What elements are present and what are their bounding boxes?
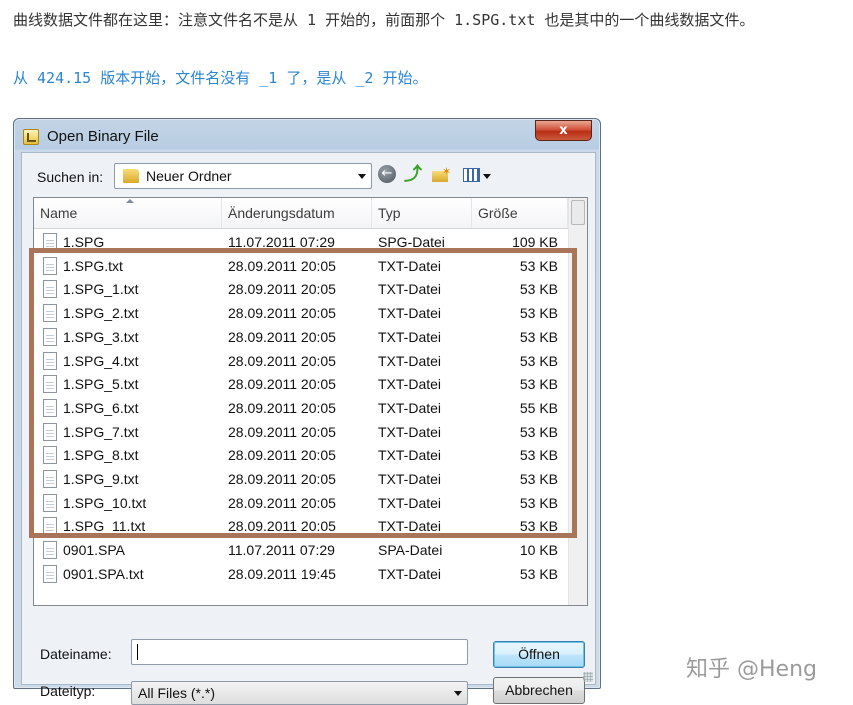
resize-grip-icon[interactable]: [583, 672, 593, 682]
article-text-line-2: 从 424.15 版本开始，文件名没有 _1 了，是从 _2 开始。: [13, 69, 428, 87]
filename-input[interactable]: [131, 639, 468, 665]
cancel-button[interactable]: Abbrechen: [493, 677, 585, 704]
sparkle-icon: ✶: [442, 165, 452, 178]
dialog-titlebar[interactable]: Open Binary File x: [14, 119, 600, 153]
new-folder-button[interactable]: ✶: [431, 165, 451, 185]
chevron-down-icon: [483, 174, 491, 179]
folder-icon: [123, 169, 139, 183]
file-name: 0901.SPA.txt: [63, 565, 144, 582]
up-arrow-icon: ⤴: [404, 164, 422, 185]
file-icon: [43, 564, 57, 583]
app-icon: [23, 129, 39, 145]
column-header-label: Name: [40, 205, 78, 221]
close-button[interactable]: x: [535, 120, 592, 141]
open-button[interactable]: Öffnen: [493, 641, 585, 668]
dialog-title: Open Binary File: [47, 128, 159, 145]
file-date: 28.09.2011 19:45: [228, 565, 336, 582]
back-button[interactable]: ←: [378, 165, 398, 185]
back-arrow-icon: ←: [378, 165, 396, 183]
chevron-down-icon: [454, 691, 462, 696]
column-header-type[interactable]: Typ: [372, 198, 472, 228]
table-row[interactable]: 0901.SPA.txt 28.09.2011 19:45 TXT-Datei 53 …: [34, 562, 568, 586]
look-in-label: Suchen in:: [37, 169, 104, 185]
file-type: SPA-Datei: [378, 542, 443, 559]
file-size: 10 KB: [519, 542, 558, 559]
file-type: TXT-Datei: [378, 565, 442, 582]
sort-arrow-icon: [126, 199, 134, 203]
chevron-down-icon: [358, 174, 366, 179]
watermark: 知乎 @Heng: [686, 657, 817, 682]
text-caret: [137, 644, 138, 660]
filetype-dropdown[interactable]: All Files (*.*): [131, 681, 468, 705]
view-grid-icon: [463, 168, 480, 182]
scrollbar-thumb[interactable]: [571, 200, 585, 225]
filename-label: Dateiname:: [40, 646, 112, 662]
look-in-dropdown[interactable]: Neuer Ordner: [114, 163, 372, 189]
table-row[interactable]: 0901.SPA 11.07.2011 07:29 SPA-Datei 10 KB: [34, 538, 568, 562]
view-menu-button[interactable]: [462, 165, 492, 185]
column-header-size[interactable]: Größe: [472, 198, 568, 228]
file-name: 0901.SPA: [63, 542, 126, 559]
up-folder-button[interactable]: ⤴: [403, 165, 423, 185]
file-size: 53 KB: [519, 565, 558, 582]
highlight-frame: [29, 248, 577, 538]
article-text-line-1: 曲线数据文件都在这里：注意文件名不是从 1 开始的，前面那个 1.SPG.txt…: [13, 11, 755, 29]
look-in-value: Neuer Ordner: [146, 168, 232, 184]
filetype-value: All Files (*.*): [138, 685, 216, 701]
file-date: 11.07.2011 07:29: [228, 542, 335, 559]
filetype-label: Dateityp:: [40, 683, 96, 699]
column-header-date[interactable]: Änderungsdatum: [222, 198, 372, 228]
column-header-name[interactable]: Name: [34, 198, 222, 228]
file-list-header: Name Änderungsdatum Typ Größe: [34, 198, 568, 229]
file-icon: [43, 541, 57, 560]
